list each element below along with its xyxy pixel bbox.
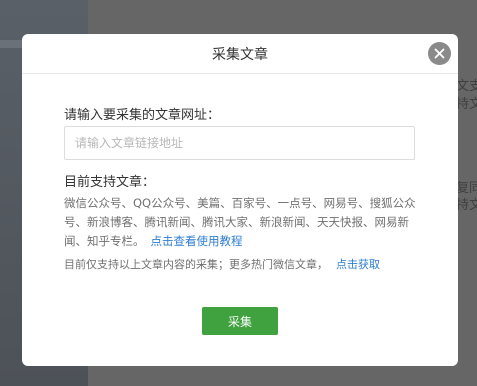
background-text: 复同 [456, 181, 477, 196]
collect-article-dialog: 采集文章 请输入要采集的文章网址： 目前支持文章： 微信公众号、QQ公众号、美篇… [22, 34, 458, 366]
background-text: 持文 [456, 97, 477, 112]
dialog-header: 采集文章 [22, 34, 458, 74]
tutorial-link[interactable]: 点击查看使用教程 [151, 234, 243, 248]
article-url-input[interactable] [64, 126, 415, 160]
dialog-title: 采集文章 [212, 46, 268, 63]
get-more-link[interactable]: 点击获取 [336, 258, 380, 271]
background-text: 持文 [456, 198, 477, 213]
background-text: 文支 [456, 79, 477, 94]
supported-sources-label: 目前支持文章： [64, 175, 156, 190]
collect-button[interactable]: 采集 [202, 307, 278, 335]
url-label: 请输入要采集的文章网址： [64, 108, 221, 123]
close-icon [434, 48, 445, 59]
close-button[interactable] [428, 42, 451, 65]
support-note: 目前仅支持以上文章内容的采集；更多热门微信文章， 点击获取 [64, 256, 434, 272]
supported-sources-text: 微信公众号、QQ公众号、美篇、百家号、一点号、网易号、搜狐公众号、新浪博客、腾讯… [64, 194, 422, 251]
support-note-text: 目前仅支持以上文章内容的采集；更多热门微信文章， [64, 258, 328, 271]
